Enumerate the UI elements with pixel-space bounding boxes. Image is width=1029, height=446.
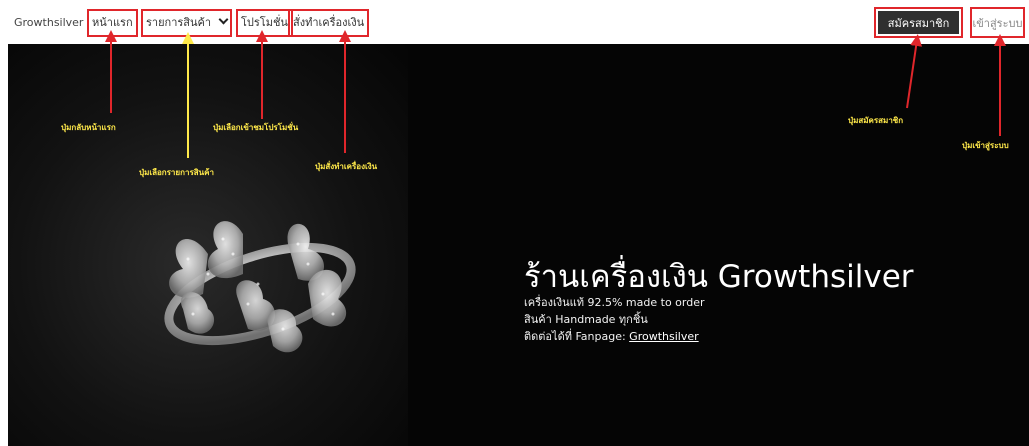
annotation-products: ปุ่มเลือกรายการสินค้า	[139, 168, 214, 177]
annotation-login: ปุ่มเข้าสู่ระบบ	[962, 141, 1009, 150]
annotation-promotions: ปุ่มเลือกเข้าชมโปรโมชั่น	[213, 123, 299, 132]
butterfly-ring-image	[164, 221, 356, 353]
nav-promotions-link[interactable]: โปรโมชั่น	[236, 9, 293, 37]
annotation-home: ปุ่มกลับหน้าแรก	[61, 123, 116, 132]
nav-products-label: รายการสินค้า	[146, 16, 212, 29]
fanpage-link[interactable]: Growthsilver	[629, 330, 698, 343]
brand-link[interactable]: Growthsilver	[14, 15, 83, 31]
nav-home-link[interactable]: หน้าแรก	[87, 9, 138, 37]
nav-custom-order-link[interactable]: สั่งทำเครื่องเงิน	[288, 9, 370, 37]
login-button[interactable]: เข้าสู่ระบบ	[970, 7, 1025, 38]
chevron-down-icon	[218, 14, 229, 25]
hero-contact-prefix: ติดต่อได้ที่ Fanpage:	[524, 330, 630, 343]
register-button-highlight: สมัครสมาชิก	[874, 7, 963, 38]
hero-line-material: เครื่องเงินแท้ 92.5% made to order	[524, 296, 705, 309]
nav-products-dropdown[interactable]: รายการสินค้า	[141, 9, 233, 37]
annotation-custom-order: ปุ่มสั่งทำเครื่องเงิน	[315, 162, 378, 171]
hero-banner: ร้านเครื่องเงิน Growthsilver เครื่องเงิน…	[8, 44, 1029, 446]
top-navbar: Growthsilver หน้าแรก รายการสินค้า โปรโมช…	[0, 0, 1029, 44]
hero-line-handmade: สินค้า Handmade ทุกชิ้น	[524, 313, 648, 326]
annotation-register: ปุ่มสมัครสมาชิก	[848, 116, 904, 125]
hero-line-contact: ติดต่อได้ที่ Fanpage: Growthsilver	[524, 327, 699, 345]
register-button[interactable]: สมัครสมาชิก	[878, 11, 959, 34]
